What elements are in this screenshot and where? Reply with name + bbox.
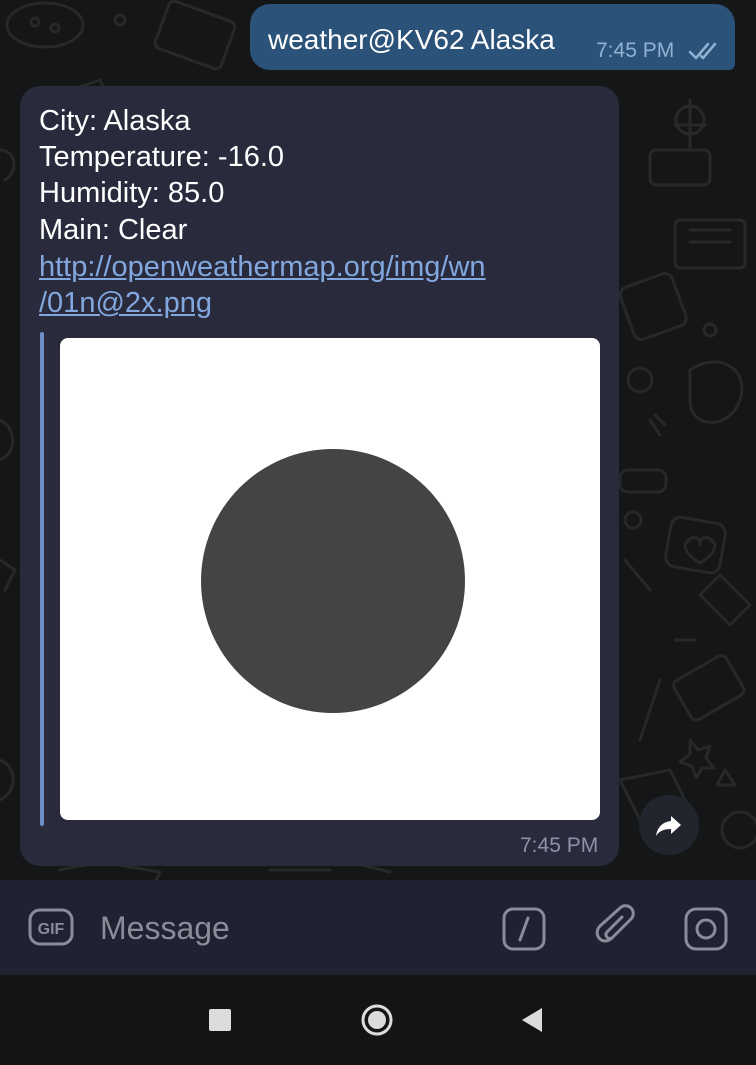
incoming-message-time: 7:45 PM bbox=[520, 834, 599, 857]
link-preview-accent-bar bbox=[40, 332, 44, 826]
slash-commands-icon bbox=[502, 907, 546, 951]
message-input[interactable] bbox=[100, 905, 480, 951]
paperclip-icon bbox=[595, 904, 635, 943]
recents-square-icon[interactable] bbox=[209, 1009, 231, 1031]
forward-button[interactable] bbox=[639, 795, 699, 855]
message-input-bar: GIF bbox=[0, 880, 756, 975]
home-circle-glyph bbox=[361, 1004, 393, 1036]
system-navigation-bar bbox=[0, 975, 756, 1065]
incoming-message-bubble[interactable]: City: Alaska Temperature: -16.0 Humidity… bbox=[20, 86, 619, 866]
gif-button[interactable]: GIF bbox=[28, 907, 74, 947]
share-arrow-icon bbox=[656, 816, 681, 836]
weather-icon-link-line-1[interactable]: http://openweathermap.org/img/wn bbox=[39, 249, 486, 285]
camera-button[interactable] bbox=[683, 906, 729, 952]
weather-icon-link-line-2[interactable]: /01n@2x.png bbox=[39, 285, 212, 321]
gif-icon: GIF bbox=[28, 908, 74, 946]
temperature-line: Temperature: -16.0 bbox=[39, 141, 285, 173]
outgoing-message-time: 7:45 PM bbox=[596, 39, 675, 62]
bot-commands-button[interactable] bbox=[501, 906, 547, 952]
attach-button[interactable] bbox=[594, 902, 640, 954]
double-check-icon bbox=[688, 42, 717, 60]
link-preview-image[interactable] bbox=[60, 338, 600, 820]
outgoing-message-text: weather@KV62 Alaska bbox=[268, 24, 555, 55]
camera-icon bbox=[684, 907, 728, 951]
outgoing-message-bubble[interactable]: weather@KV62 Alaska 7:45 PM bbox=[250, 4, 735, 70]
back-triangle-icon[interactable] bbox=[520, 1006, 544, 1034]
home-circle-icon[interactable] bbox=[360, 1003, 394, 1037]
weather-clear-night-icon bbox=[201, 449, 465, 713]
city-line: City: Alaska bbox=[39, 105, 191, 137]
humidity-line: Humidity: 85.0 bbox=[39, 177, 225, 209]
gif-label: GIF bbox=[38, 921, 65, 938]
main-line: Main: Clear bbox=[39, 214, 188, 246]
back-triangle-glyph bbox=[522, 1008, 542, 1032]
